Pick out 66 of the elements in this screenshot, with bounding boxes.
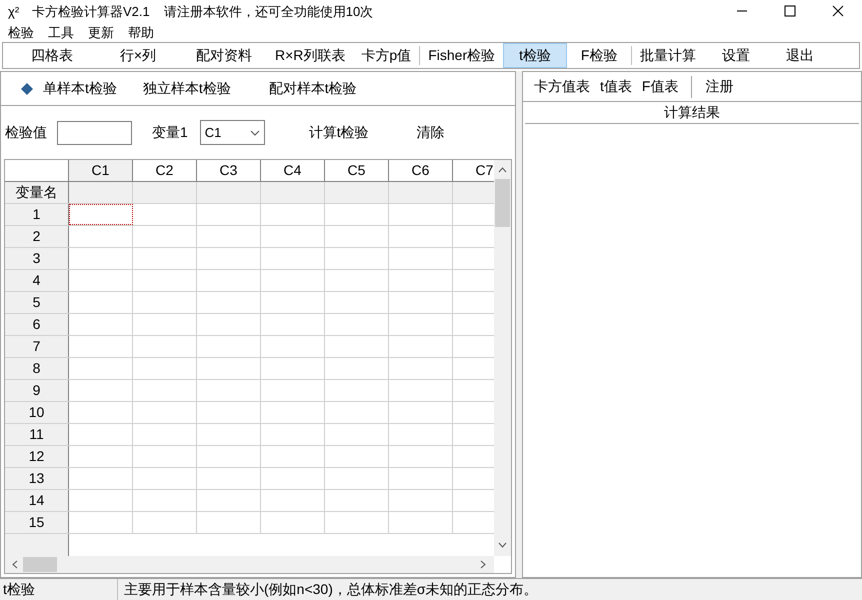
toolbar-button[interactable]: 卡方p值 xyxy=(353,43,420,68)
chevron-down-icon xyxy=(250,130,260,136)
test-value-field[interactable] xyxy=(57,120,132,144)
column-header[interactable]: C4 xyxy=(261,160,325,181)
diamond-icon xyxy=(21,82,33,94)
toolbar-button[interactable]: 四格表 xyxy=(9,43,95,68)
toolbar-button[interactable]: R×R列联表 xyxy=(267,43,354,68)
toolbar-button[interactable]: F检验 xyxy=(567,43,632,68)
column-header[interactable]: C5 xyxy=(325,160,389,181)
column-header[interactable]: C2 xyxy=(133,160,197,181)
row-number: 14 xyxy=(5,490,69,511)
row-number: 5 xyxy=(5,292,69,313)
row-number: 2 xyxy=(5,226,69,247)
partial-row-header xyxy=(5,534,69,556)
test-value-label: 检验值 xyxy=(5,123,47,142)
row-number: 11 xyxy=(5,424,69,445)
test-type-tab[interactable]: 独立样本t检验 xyxy=(142,78,231,99)
maximize-icon[interactable] xyxy=(784,5,796,18)
menu-item[interactable]: 帮助 xyxy=(128,22,154,42)
row-number: 4 xyxy=(5,270,69,291)
toolbar-button[interactable]: 设置 xyxy=(704,43,768,68)
menu-item[interactable]: 工具 xyxy=(48,22,74,42)
test-type-tab[interactable]: 单样本t检验 xyxy=(21,78,117,99)
scroll-thumb[interactable] xyxy=(495,179,510,227)
scroll-thumb[interactable] xyxy=(23,557,57,572)
clear-button[interactable]: 清除 xyxy=(414,122,447,143)
menu-item[interactable]: 检验 xyxy=(8,22,34,42)
close-icon[interactable] xyxy=(832,5,844,18)
column-header[interactable]: C3 xyxy=(197,160,261,181)
row-number: 6 xyxy=(5,314,69,335)
column-header[interactable]: C6 xyxy=(389,160,453,181)
app-icon: χ² xyxy=(8,2,24,22)
row-number: 3 xyxy=(5,248,69,269)
row-number: 15 xyxy=(5,512,69,533)
table-link-button[interactable]: 注册 xyxy=(700,76,738,97)
horizontal-scrollbar[interactable] xyxy=(5,556,494,573)
table-link-button[interactable]: F值表 xyxy=(636,76,684,97)
status-mode: t检验 xyxy=(0,579,118,600)
row-number: 9 xyxy=(5,380,69,401)
row-number: 1 xyxy=(5,204,69,225)
vertical-scrollbar[interactable] xyxy=(494,160,511,556)
toolbar-button[interactable]: 配对资料 xyxy=(181,43,267,68)
row-number: 7 xyxy=(5,336,69,357)
selected-cell[interactable] xyxy=(69,204,133,225)
table-link-button[interactable]: 卡方值表 xyxy=(529,76,595,97)
row-number: 12 xyxy=(5,446,69,467)
toolbar-button[interactable]: Fisher检验 xyxy=(420,43,504,68)
status-message: 主要用于样本含量较小(例如n<30)，总体标准差σ未知的正态分布。 xyxy=(123,580,538,599)
window-title: 卡方检验计算器V2.1 xyxy=(32,2,150,21)
toolbar-button[interactable]: 行×列 xyxy=(95,43,181,68)
trial-notice: 请注册本软件，还可全功能使用10次 xyxy=(164,2,374,21)
table-link-button[interactable]: t值表 xyxy=(595,76,637,97)
variable-dropdown[interactable]: C1 xyxy=(200,120,265,145)
row-number: 10 xyxy=(5,402,69,423)
row-number: 8 xyxy=(5,358,69,379)
menu-item[interactable]: 更新 xyxy=(88,22,114,42)
toolbar-button[interactable]: t检验 xyxy=(503,43,568,68)
spreadsheet-grid[interactable]: C1 C2 C3 C4 C5 C6 C7 变量名 1 2 3 4 5 6 7 8 9 10 11 12 13 14 15 xyxy=(4,159,512,574)
variable-label: 变量1 xyxy=(152,123,188,142)
toolbar-button[interactable]: 退出 xyxy=(768,43,832,68)
column-header[interactable]: C1 xyxy=(69,160,133,181)
compute-button[interactable]: 计算t检验 xyxy=(306,122,371,143)
row-number: 13 xyxy=(5,468,69,489)
test-type-tab[interactable]: 配对样本t检验 xyxy=(268,78,357,99)
toolbar-button[interactable]: 批量计算 xyxy=(632,43,704,68)
results-header: 计算结果 xyxy=(525,102,859,124)
